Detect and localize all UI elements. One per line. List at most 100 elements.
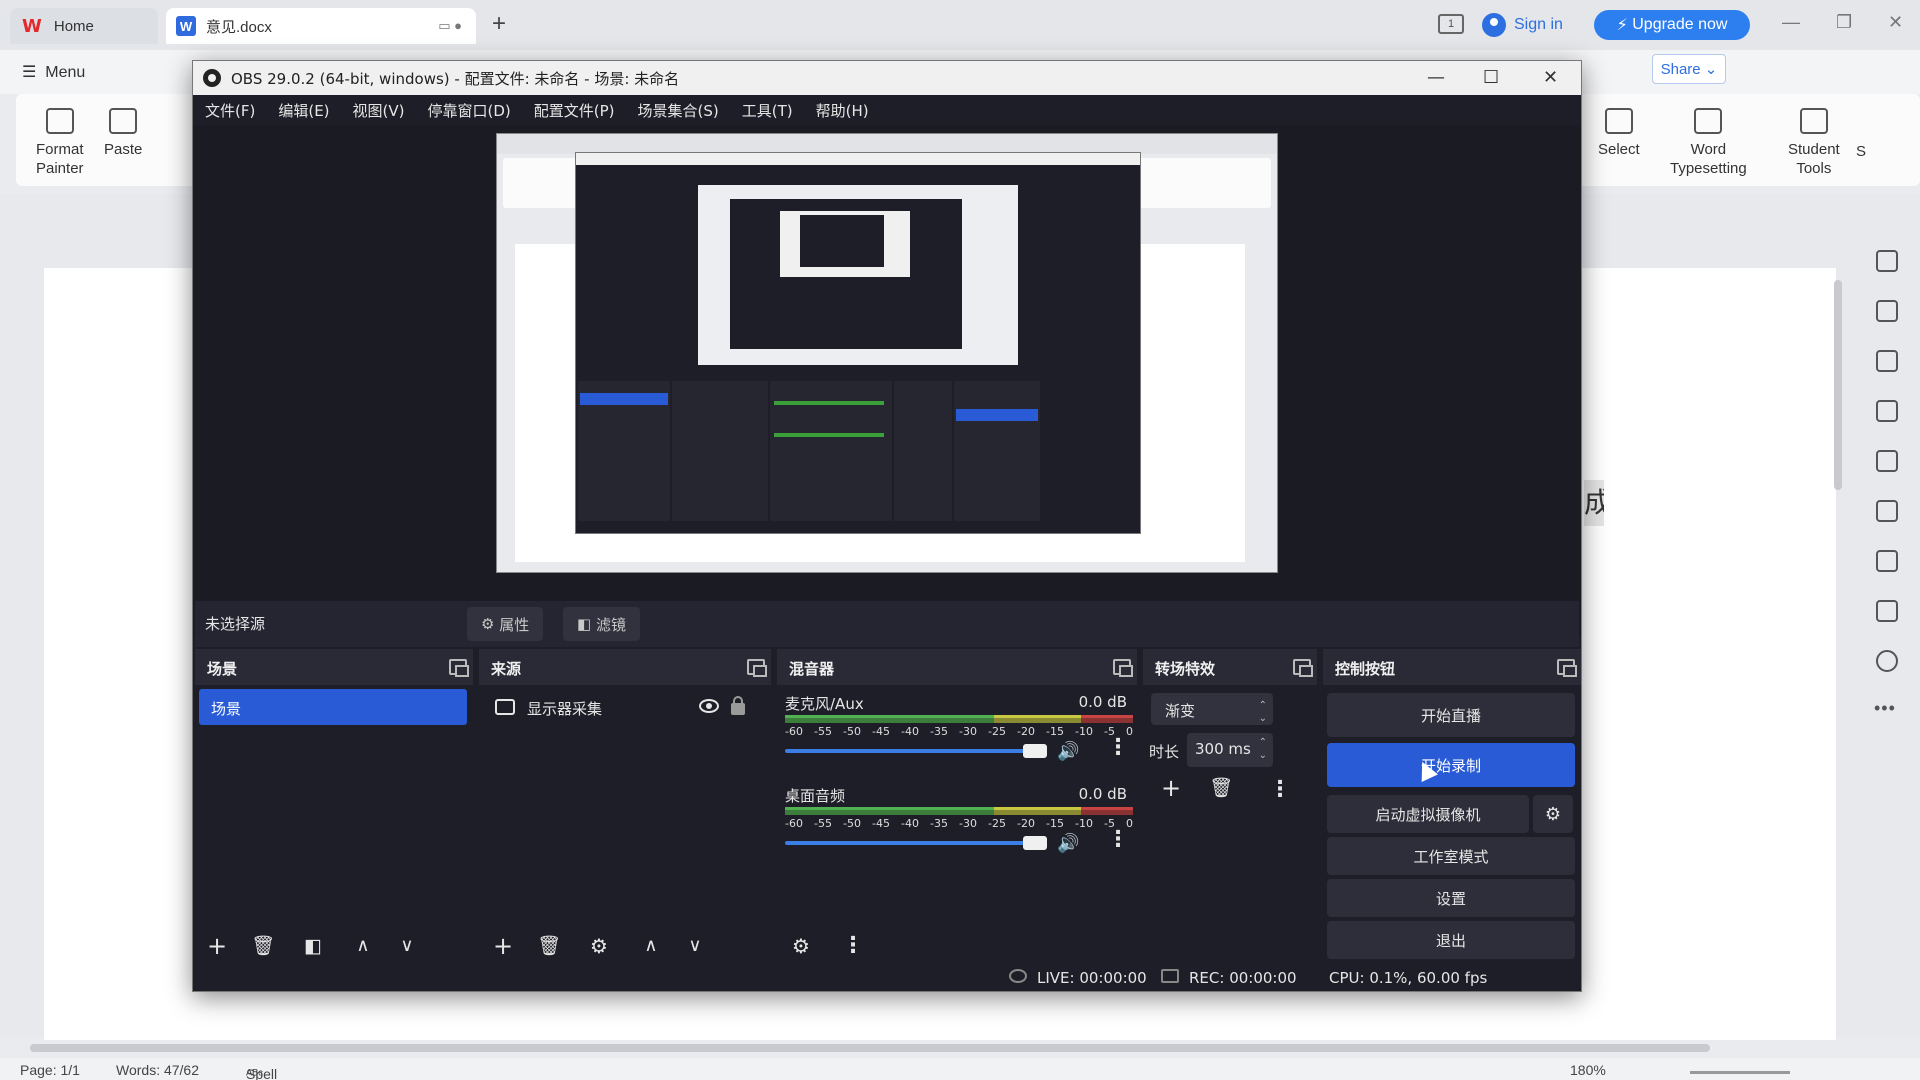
tab-home[interactable]: W Home [10, 8, 158, 44]
undock-icon[interactable] [449, 659, 469, 677]
virtual-camera-gear-icon[interactable]: ⚙ [1533, 795, 1573, 833]
volume-slider-handle[interactable] [1023, 836, 1047, 850]
move-scene-up-icon[interactable]: ∧ [347, 931, 379, 963]
source-list-item[interactable]: 显示器采集 [483, 689, 767, 725]
speaker-icon[interactable]: 🔊 [1057, 833, 1079, 854]
pen-icon[interactable] [1876, 250, 1898, 272]
start-streaming-button[interactable]: 开始直播 [1327, 693, 1575, 737]
undock-icon[interactable] [747, 659, 767, 677]
spinner-arrows-icon[interactable]: ⌃ ⌄ [1259, 736, 1267, 762]
obs-maximize-icon[interactable]: ☐ [1483, 67, 1499, 88]
lock-icon[interactable] [1876, 400, 1898, 422]
scene-filters-icon[interactable]: ◧ [297, 931, 329, 963]
obs-close-icon[interactable]: ✕ [1543, 67, 1558, 88]
close-icon[interactable]: ✕ [1888, 12, 1903, 33]
menu-tools[interactable]: 工具(T) [742, 100, 793, 121]
duration-label: 时长 [1149, 743, 1180, 761]
select-icon [1604, 108, 1633, 134]
word-doc-icon: W [176, 16, 196, 36]
lock-icon[interactable] [731, 696, 745, 715]
transition-menu-dots-icon[interactable]: ⋮ [1269, 777, 1291, 802]
menu-view[interactable]: 视图(V) [353, 100, 405, 121]
status-words[interactable]: Words: 47/62 [116, 1062, 199, 1078]
filters-button[interactable]: ◧ 滤镜 [563, 607, 640, 641]
scene-list-item[interactable]: 场景 [199, 689, 467, 725]
share-button[interactable]: Share ⌄ [1652, 54, 1726, 84]
start-recording-button[interactable]: 开始录制 [1327, 743, 1575, 787]
menu-file[interactable]: 文件(F) [205, 100, 255, 121]
preview-canvas[interactable] [496, 133, 1278, 573]
volume-slider[interactable] [785, 749, 1047, 753]
cursor-icon[interactable] [1876, 300, 1898, 322]
minimize-icon[interactable]: — [1782, 12, 1800, 33]
list-icon[interactable] [1876, 600, 1898, 622]
remove-scene-icon[interactable]: 🗑 [247, 931, 279, 963]
more-dots-icon[interactable]: ••• [1874, 698, 1896, 719]
move-scene-down-icon[interactable]: ∨ [391, 931, 423, 963]
remove-source-icon[interactable]: 🗑 [533, 931, 565, 963]
track-menu-dots-icon[interactable]: ⋮ [1107, 735, 1129, 760]
menu-help[interactable]: 帮助(H) [816, 100, 869, 121]
select-button[interactable]: Select [1598, 108, 1640, 159]
move-source-down-icon[interactable]: ∨ [679, 931, 711, 963]
paste-button[interactable]: Paste [104, 108, 142, 159]
transition-select[interactable]: 渐变 ⌃ ⌄ [1151, 693, 1273, 725]
duration-input[interactable]: 300 ms ⌃ ⌄ [1187, 733, 1273, 767]
start-virtual-camera-button[interactable]: 启动虚拟摄像机 [1327, 795, 1529, 833]
remove-transition-icon[interactable]: 🗑 [1205, 773, 1237, 805]
menu-profile[interactable]: 配置文件(P) [534, 100, 615, 121]
mixer-settings-gear-icon[interactable]: ⚙ [785, 931, 817, 963]
share-label: Share [1660, 60, 1701, 78]
menu-docks[interactable]: 停靠窗口(D) [428, 100, 511, 121]
sign-in-button[interactable]: Sign in [1482, 13, 1563, 37]
visibility-eye-icon[interactable] [699, 699, 719, 713]
volume-slider[interactable] [785, 841, 1047, 845]
tab-document[interactable]: W 意见.docx ▭ ● [166, 8, 476, 44]
volume-slider-handle[interactable] [1023, 744, 1047, 758]
history-icon[interactable] [1876, 550, 1898, 572]
sources-dock-title: 来源 [491, 660, 522, 678]
obs-minimize-icon[interactable]: — [1427, 67, 1445, 88]
studio-mode-button[interactable]: 工作室模式 [1327, 837, 1575, 875]
menu-scene-collection[interactable]: 场景集合(S) [638, 100, 719, 121]
restore-icon[interactable]: ❐ [1836, 12, 1852, 33]
obs-title-bar: OBS 29.0.2 (64-bit, windows) - 配置文件: 未命名… [193, 61, 1581, 95]
exit-button[interactable]: 退出 [1327, 921, 1575, 959]
rec-timer: REC: 00:00:00 [1189, 969, 1297, 987]
student-tools-button[interactable]: Student Tools [1788, 108, 1840, 178]
new-tab-icon[interactable]: + [492, 10, 506, 38]
status-zoom[interactable]: 180% [1570, 1062, 1606, 1078]
speaker-icon[interactable]: 🔊 [1057, 741, 1079, 762]
mixer-menu-dots-icon[interactable]: ⋮ [837, 931, 869, 963]
transition-selected: 渐变 [1165, 702, 1196, 720]
undock-icon[interactable] [1293, 659, 1313, 677]
upgrade-button[interactable]: ⚡ Upgrade now [1594, 10, 1750, 40]
move-source-up-icon[interactable]: ∧ [635, 931, 667, 963]
sliders-icon[interactable] [1876, 500, 1898, 522]
ribbon-more-button[interactable]: S [1856, 108, 1866, 161]
help-icon[interactable] [1876, 650, 1898, 672]
add-source-icon[interactable]: + [487, 931, 519, 963]
zoom-slider[interactable] [1690, 1071, 1790, 1074]
preview-controls-dock [954, 381, 1040, 521]
horizontal-scrollbar[interactable] [30, 1044, 1710, 1052]
lightning-icon: ⚡ [1616, 17, 1633, 34]
settings-button[interactable]: 设置 [1327, 879, 1575, 917]
source-properties-gear-icon[interactable]: ⚙ [583, 931, 615, 963]
menu-edit[interactable]: 编辑(E) [278, 100, 329, 121]
controls-dock: 控制按钮 开始直播 开始录制 启动虚拟摄像机 ⚙ 工作室模式 设置 退出 [1323, 649, 1581, 967]
undock-icon[interactable] [1557, 659, 1577, 677]
menu-button[interactable]: ☰ Menu [22, 62, 85, 82]
undock-icon[interactable] [1113, 659, 1133, 677]
word-typesetting-button[interactable]: Word Typesetting [1670, 108, 1747, 178]
format-painter-button[interactable]: Format Painter [36, 108, 84, 178]
ribbon-more-label: S [1856, 143, 1867, 160]
crop-icon[interactable] [1876, 350, 1898, 372]
code-icon[interactable] [1876, 450, 1898, 472]
add-scene-icon[interactable]: + [201, 931, 233, 963]
add-transition-icon[interactable]: + [1155, 773, 1187, 805]
properties-button[interactable]: ⚙ 属性 [467, 607, 544, 641]
vertical-scrollbar[interactable] [1834, 280, 1842, 490]
window-mode-icon[interactable]: 1 [1438, 14, 1464, 34]
track-menu-dots-icon[interactable]: ⋮ [1107, 827, 1129, 852]
